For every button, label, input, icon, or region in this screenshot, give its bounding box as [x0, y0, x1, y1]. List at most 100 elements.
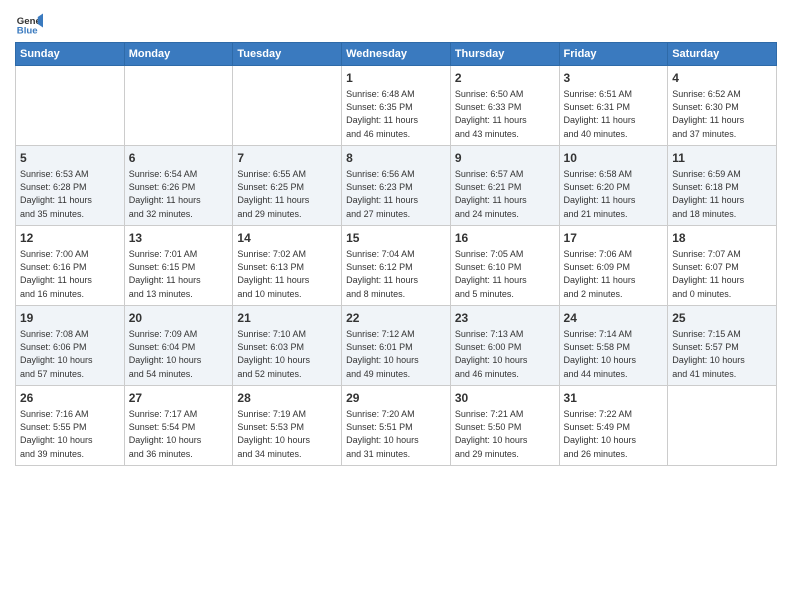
weekday-header-monday: Monday — [124, 43, 233, 66]
day-info: Sunset: 5:54 PM — [129, 421, 229, 434]
day-number: 13 — [129, 230, 229, 247]
day-number: 17 — [564, 230, 664, 247]
day-info: Daylight: 11 hours — [346, 114, 446, 127]
day-info: Daylight: 11 hours — [672, 274, 772, 287]
day-info: Sunset: 6:00 PM — [455, 341, 555, 354]
day-info: Sunrise: 7:05 AM — [455, 248, 555, 261]
day-info: Sunrise: 7:21 AM — [455, 408, 555, 421]
day-info: and 21 minutes. — [564, 208, 664, 221]
day-info: Sunset: 6:04 PM — [129, 341, 229, 354]
day-cell: 6Sunrise: 6:54 AMSunset: 6:26 PMDaylight… — [124, 146, 233, 226]
weekday-header-tuesday: Tuesday — [233, 43, 342, 66]
day-info: Daylight: 10 hours — [346, 434, 446, 447]
day-cell: 21Sunrise: 7:10 AMSunset: 6:03 PMDayligh… — [233, 306, 342, 386]
day-info: and 24 minutes. — [455, 208, 555, 221]
calendar-container: General Blue SundayMondayTuesdayWednesda… — [0, 0, 792, 471]
day-info: Sunrise: 6:52 AM — [672, 88, 772, 101]
day-info: and 43 minutes. — [455, 128, 555, 141]
day-info: and 35 minutes. — [20, 208, 120, 221]
day-info: Sunrise: 7:13 AM — [455, 328, 555, 341]
day-info: and 8 minutes. — [346, 288, 446, 301]
day-cell: 23Sunrise: 7:13 AMSunset: 6:00 PMDayligh… — [450, 306, 559, 386]
day-info: Sunset: 6:15 PM — [129, 261, 229, 274]
weekday-header-row: SundayMondayTuesdayWednesdayThursdayFrid… — [16, 43, 777, 66]
day-number: 8 — [346, 150, 446, 167]
day-info: Daylight: 10 hours — [237, 354, 337, 367]
day-info: Sunset: 6:30 PM — [672, 101, 772, 114]
day-info: Sunrise: 6:50 AM — [455, 88, 555, 101]
day-info: Sunset: 6:16 PM — [20, 261, 120, 274]
day-number: 12 — [20, 230, 120, 247]
day-info: Sunset: 6:06 PM — [20, 341, 120, 354]
day-info: Sunrise: 6:56 AM — [346, 168, 446, 181]
day-info: and 31 minutes. — [346, 448, 446, 461]
day-info: and 41 minutes. — [672, 368, 772, 381]
day-info: Sunset: 6:21 PM — [455, 181, 555, 194]
day-info: Sunset: 6:18 PM — [672, 181, 772, 194]
day-cell — [233, 66, 342, 146]
day-info: Daylight: 11 hours — [564, 194, 664, 207]
day-info: Sunrise: 7:10 AM — [237, 328, 337, 341]
week-row-1: 1Sunrise: 6:48 AMSunset: 6:35 PMDaylight… — [16, 66, 777, 146]
day-info: Sunrise: 7:14 AM — [564, 328, 664, 341]
day-info: and 29 minutes. — [455, 448, 555, 461]
day-info: Daylight: 11 hours — [20, 194, 120, 207]
day-info: Sunrise: 6:54 AM — [129, 168, 229, 181]
day-info: Sunrise: 6:55 AM — [237, 168, 337, 181]
day-info: and 18 minutes. — [672, 208, 772, 221]
day-number: 22 — [346, 310, 446, 327]
weekday-header-thursday: Thursday — [450, 43, 559, 66]
day-cell: 13Sunrise: 7:01 AMSunset: 6:15 PMDayligh… — [124, 226, 233, 306]
day-info: Sunset: 5:50 PM — [455, 421, 555, 434]
day-cell — [124, 66, 233, 146]
day-info: Sunset: 6:25 PM — [237, 181, 337, 194]
day-info: and 10 minutes. — [237, 288, 337, 301]
day-cell — [16, 66, 125, 146]
day-info: Sunset: 5:57 PM — [672, 341, 772, 354]
week-row-5: 26Sunrise: 7:16 AMSunset: 5:55 PMDayligh… — [16, 386, 777, 466]
day-number: 5 — [20, 150, 120, 167]
day-info: Sunrise: 7:08 AM — [20, 328, 120, 341]
day-info: Sunrise: 7:20 AM — [346, 408, 446, 421]
day-info: Daylight: 11 hours — [455, 114, 555, 127]
day-info: and 16 minutes. — [20, 288, 120, 301]
day-info: Daylight: 11 hours — [564, 114, 664, 127]
day-number: 11 — [672, 150, 772, 167]
day-info: and 57 minutes. — [20, 368, 120, 381]
day-number: 4 — [672, 70, 772, 87]
day-info: and 52 minutes. — [237, 368, 337, 381]
day-info: and 46 minutes. — [455, 368, 555, 381]
day-info: Daylight: 10 hours — [455, 354, 555, 367]
day-cell: 17Sunrise: 7:06 AMSunset: 6:09 PMDayligh… — [559, 226, 668, 306]
day-info: and 29 minutes. — [237, 208, 337, 221]
day-cell: 11Sunrise: 6:59 AMSunset: 6:18 PMDayligh… — [668, 146, 777, 226]
day-info: Daylight: 10 hours — [20, 354, 120, 367]
day-info: Daylight: 11 hours — [455, 274, 555, 287]
weekday-header-saturday: Saturday — [668, 43, 777, 66]
svg-text:Blue: Blue — [17, 26, 38, 37]
day-info: Daylight: 11 hours — [129, 274, 229, 287]
day-info: Sunset: 5:53 PM — [237, 421, 337, 434]
day-info: Sunrise: 7:12 AM — [346, 328, 446, 341]
day-info: Daylight: 11 hours — [129, 194, 229, 207]
week-row-4: 19Sunrise: 7:08 AMSunset: 6:06 PMDayligh… — [16, 306, 777, 386]
day-number: 31 — [564, 390, 664, 407]
day-info: Daylight: 10 hours — [564, 354, 664, 367]
day-info: Sunset: 6:13 PM — [237, 261, 337, 274]
day-info: and 27 minutes. — [346, 208, 446, 221]
day-info: Daylight: 10 hours — [129, 434, 229, 447]
day-number: 24 — [564, 310, 664, 327]
day-info: Sunset: 6:20 PM — [564, 181, 664, 194]
day-info: Sunset: 6:10 PM — [455, 261, 555, 274]
day-info: Sunset: 6:12 PM — [346, 261, 446, 274]
day-info: Sunrise: 7:17 AM — [129, 408, 229, 421]
day-info: Daylight: 11 hours — [564, 274, 664, 287]
day-cell: 12Sunrise: 7:00 AMSunset: 6:16 PMDayligh… — [16, 226, 125, 306]
day-cell — [668, 386, 777, 466]
day-number: 25 — [672, 310, 772, 327]
day-cell: 26Sunrise: 7:16 AMSunset: 5:55 PMDayligh… — [16, 386, 125, 466]
day-number: 3 — [564, 70, 664, 87]
day-info: and 5 minutes. — [455, 288, 555, 301]
day-info: Daylight: 10 hours — [672, 354, 772, 367]
day-info: and 40 minutes. — [564, 128, 664, 141]
